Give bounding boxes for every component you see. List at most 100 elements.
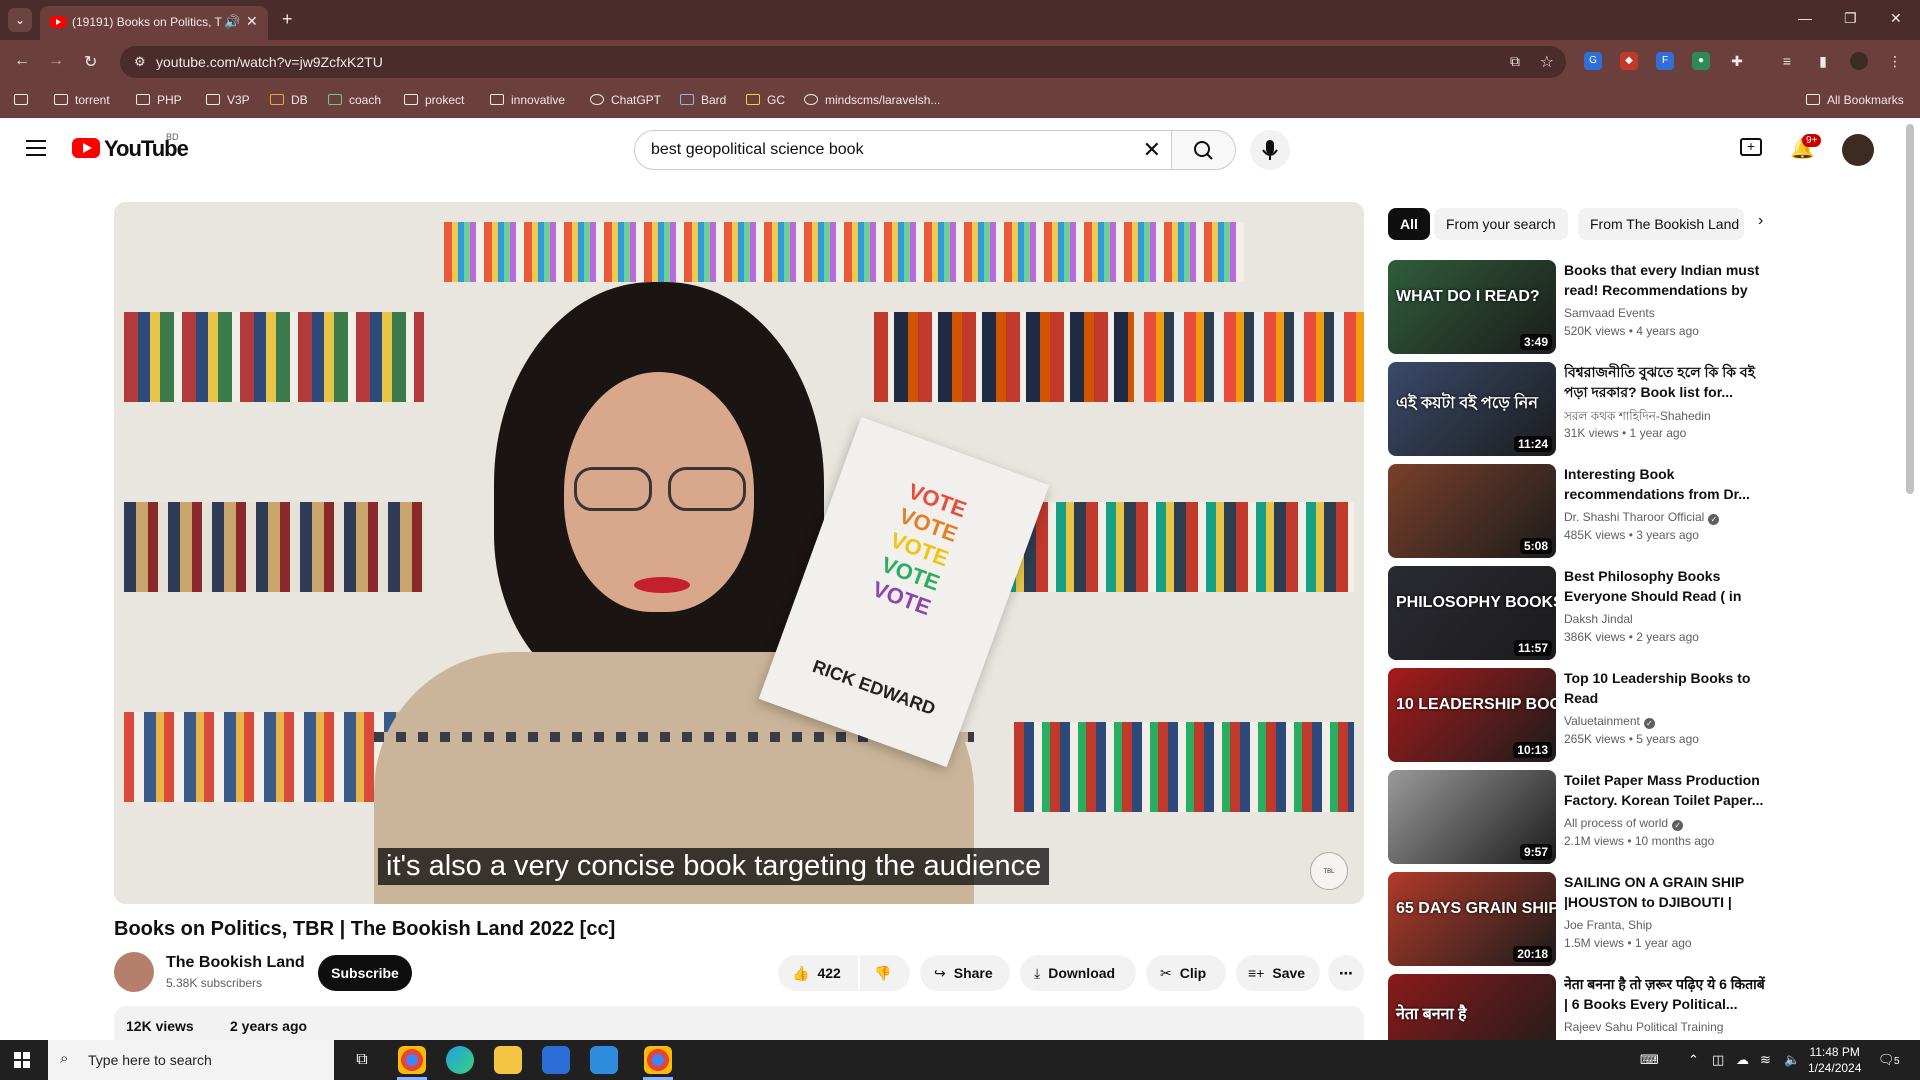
extension-icon[interactable]: F (1656, 52, 1674, 70)
guide-menu-icon[interactable] (26, 140, 46, 156)
share-button[interactable]: ↪ Share (920, 955, 1010, 991)
recommendation-item[interactable]: 5:08 Interesting Book recommendations fro… (1388, 464, 1774, 558)
chrome-profile-icon[interactable] (644, 1046, 672, 1074)
chip-all[interactable]: All (1388, 208, 1430, 240)
subscribe-button[interactable]: Subscribe (318, 955, 412, 991)
video-thumbnail[interactable]: 10 LEADERSHIP BOOKS 10:13 (1388, 668, 1556, 762)
new-tab-button[interactable]: + (282, 9, 293, 30)
recommendation-channel[interactable]: All process of world ✓ (1564, 816, 1684, 831)
bookmark-github[interactable]: mindscms/laravelsh... (804, 93, 940, 107)
wifi-icon[interactable]: ≋ (1760, 1052, 1771, 1068)
recommendation-channel[interactable]: Valuetainment ✓ (1564, 714, 1655, 729)
recommendation-title[interactable]: Interesting Book recommendations from Dr… (1564, 464, 1768, 504)
recommendation-title[interactable]: Books that every Indian must read! Recom… (1564, 260, 1768, 300)
forward-icon[interactable]: → (48, 52, 64, 70)
recommendation-channel[interactable]: Joe Franta, Ship (1564, 918, 1652, 932)
extension-icon[interactable]: ◆ (1620, 52, 1638, 70)
search-input[interactable]: best geopolitical science book ✕ (634, 130, 1172, 170)
channel-name[interactable]: The Bookish Land (166, 954, 305, 972)
reload-icon[interactable]: ↻ (84, 52, 97, 72)
like-button[interactable]: 👍 422 (778, 955, 858, 991)
channel-avatar[interactable] (114, 952, 154, 992)
save-button[interactable]: ≡+ Save (1236, 955, 1320, 991)
bookmark-v3p[interactable]: V3P (206, 93, 250, 107)
back-icon[interactable]: ← (14, 52, 30, 70)
windows-start-icon[interactable] (14, 1052, 30, 1068)
video-thumbnail[interactable]: 9:57 (1388, 770, 1556, 864)
bookmark-php[interactable]: PHP (136, 93, 182, 107)
active-tab[interactable]: (19191) Books on Politics, TBR 🔊 ✕ (40, 6, 268, 40)
keyboard-icon[interactable]: ⌨ (1640, 1052, 1659, 1068)
create-video-icon[interactable]: + (1740, 138, 1762, 156)
bookmark-prokect[interactable]: prokect (404, 93, 464, 107)
recommendation-channel[interactable]: Dr. Shashi Tharoor Official ✓ (1564, 510, 1720, 525)
recommendation-title[interactable]: Best Philosophy Books Everyone Should Re… (1564, 566, 1768, 606)
video-thumbnail[interactable]: 5:08 (1388, 464, 1556, 558)
bookmark-gc[interactable]: GC (746, 93, 785, 107)
extension-icon[interactable]: ● (1692, 52, 1710, 70)
video-thumbnail[interactable]: PHILOSOPHY BOOKS 11:57 (1388, 566, 1556, 660)
account-avatar[interactable] (1842, 134, 1874, 166)
taskbar-clock[interactable]: 11:48 PM 1/24/2024 (1808, 1044, 1861, 1076)
page-scrollbar[interactable] (1906, 124, 1914, 494)
recommendation-channel[interactable]: Daksh Jindal (1564, 612, 1633, 626)
close-window-icon[interactable]: ✕ (1890, 10, 1902, 27)
recommendation-title[interactable]: SAILING ON A GRAIN SHIP |HOUSTON to DJIB… (1564, 872, 1768, 912)
clear-search-icon[interactable]: ✕ (1143, 137, 1161, 163)
search-button[interactable] (1172, 130, 1236, 170)
bookmark-innovative[interactable]: innovative (490, 93, 565, 107)
recommendation-item[interactable]: 9:57 Toilet Paper Mass Production Factory… (1388, 770, 1774, 864)
apps-folder-icon[interactable] (14, 93, 35, 107)
recommendation-item[interactable]: 65 DAYS GRAIN SHIP 20:18 SAILING ON A GRAI… (1388, 872, 1774, 966)
recommendation-item[interactable]: PHILOSOPHY BOOKS 11:57 Best Philosophy Boo… (1388, 566, 1774, 660)
media-control-icon[interactable]: ≡ (1778, 52, 1796, 70)
store-icon[interactable] (542, 1046, 570, 1074)
task-view-icon[interactable]: ⧉ (348, 1046, 376, 1074)
chevron-right-icon[interactable]: › (1758, 212, 1763, 230)
recommendation-item[interactable]: 10 LEADERSHIP BOOKS 10:13 Top 10 Leadershi… (1388, 668, 1774, 762)
notification-center-icon[interactable]: 🗨 (1878, 1052, 1895, 1068)
video-thumbnail[interactable]: 65 DAYS GRAIN SHIP 20:18 (1388, 872, 1556, 966)
recommendation-channel[interactable]: Samvaad Events (1564, 306, 1655, 320)
side-panel-icon[interactable]: ▮ (1814, 52, 1832, 70)
recommendation-channel[interactable]: Rajeev Sahu Political Training (1564, 1020, 1723, 1034)
description-box[interactable]: 12K views 2 years ago (114, 1006, 1364, 1040)
recommendation-item[interactable]: WHAT DO I READ? 3:49 Books that every Indi… (1388, 260, 1774, 354)
mail-icon[interactable] (590, 1046, 618, 1074)
bookmark-chatgpt[interactable]: ChatGPT (590, 93, 661, 107)
voice-search-button[interactable] (1250, 130, 1290, 170)
tray-chevron-up-icon[interactable]: ⌃ (1688, 1052, 1699, 1068)
site-info-icon[interactable]: ⚙ (134, 54, 146, 70)
browser-menu-icon[interactable]: ⋮ (1886, 52, 1904, 70)
bookmark-coach[interactable]: coach (328, 93, 381, 107)
taskbar-search-input[interactable]: ⌕ Type here to search (48, 1040, 334, 1080)
more-actions-button[interactable]: ⋯ (1328, 955, 1364, 991)
install-app-icon[interactable]: ⧉ (1510, 53, 1520, 70)
restore-icon[interactable]: ❐ (1844, 10, 1857, 27)
youtube-logo-icon[interactable] (72, 138, 100, 158)
onedrive-icon[interactable]: ☁ (1736, 1052, 1749, 1068)
video-player[interactable]: VOTE VOTE VOTE VOTE VOTE RICK EDWARD it'… (114, 202, 1364, 904)
dislike-button[interactable]: 👎 (860, 955, 910, 991)
channel-watermark-icon[interactable]: TBL (1310, 852, 1348, 890)
recommendation-item[interactable]: এই কয়টা বই পড়ে নিন 11:24 বিশ্বরাজনীতি বু… (1388, 362, 1774, 456)
bookmark-star-icon[interactable]: ☆ (1540, 52, 1554, 72)
chip-from-your-search[interactable]: From your search (1434, 208, 1568, 240)
clip-button[interactable]: ✂ Clip (1146, 955, 1226, 991)
tab-search-button[interactable]: ⌄ (8, 8, 32, 32)
file-explorer-icon[interactable] (494, 1046, 522, 1074)
bookmark-bard[interactable]: Bard (680, 93, 726, 107)
bookmark-db[interactable]: DB (270, 93, 308, 107)
extensions-puzzle-icon[interactable]: ✚ (1728, 52, 1746, 70)
translate-extension-icon[interactable]: G (1584, 52, 1602, 70)
download-button[interactable]: ⤓ Download (1020, 955, 1136, 991)
recommendation-title[interactable]: বিশ্বরাজনীতি বুঝতে হলে কি কি বই পড়া দরক… (1564, 362, 1768, 402)
chrome-icon[interactable] (398, 1046, 426, 1074)
chip-from-channel[interactable]: From The Bookish Land (1578, 208, 1744, 240)
recommendation-title[interactable]: नेता बनना है तो ज़रूर पढ़िए ये 6 किताबें… (1564, 974, 1768, 1014)
address-bar[interactable]: ⚙ youtube.com/watch?v=jw9ZcfxK2TU ⧉ ☆ (120, 46, 1566, 78)
network-icon[interactable]: ◫ (1712, 1052, 1724, 1068)
bookmark-torrent[interactable]: torrent (54, 93, 110, 107)
volume-icon[interactable]: 🔈 (1784, 1052, 1800, 1068)
profile-avatar[interactable] (1850, 52, 1868, 70)
